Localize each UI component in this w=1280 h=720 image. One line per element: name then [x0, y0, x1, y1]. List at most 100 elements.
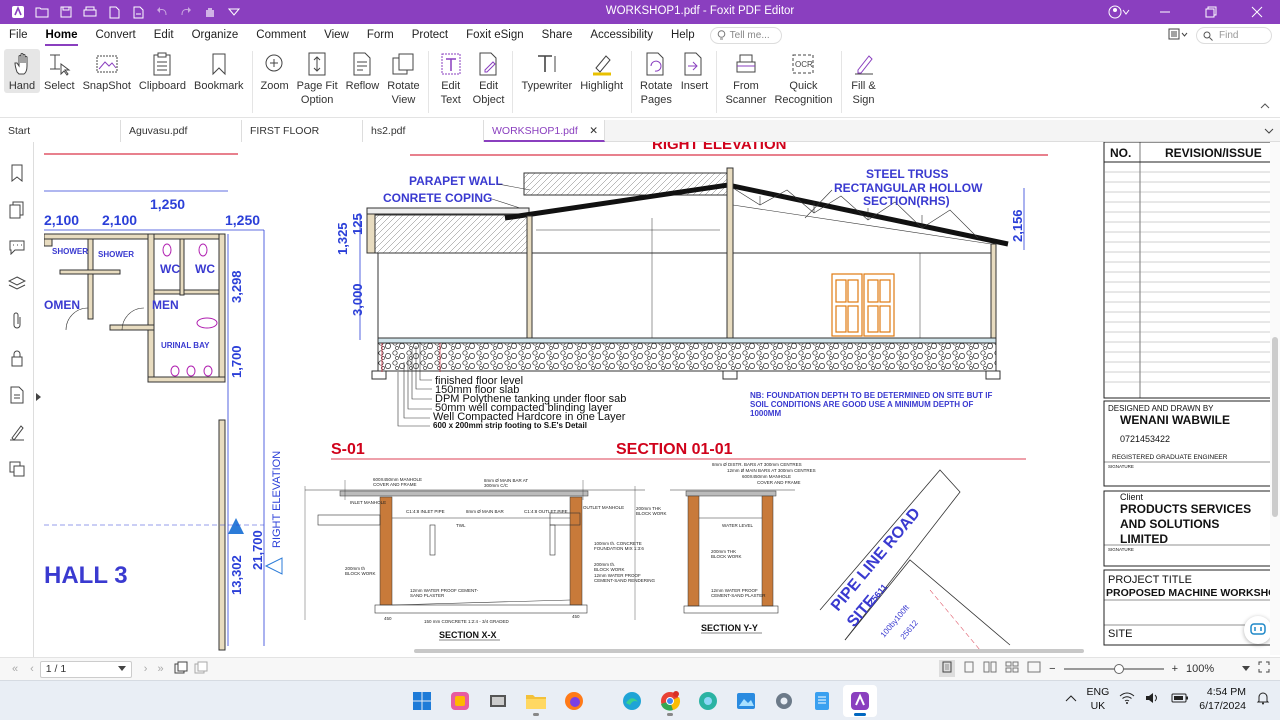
menu-accessibility[interactable]: Accessibility — [581, 24, 662, 47]
tab-start[interactable]: Start — [0, 120, 121, 142]
vertical-scroll-thumb[interactable] — [1272, 337, 1278, 517]
pages-panel-icon[interactable] — [0, 191, 34, 228]
menu-protect[interactable]: Protect — [403, 24, 457, 47]
tab-first-floor-plan[interactable]: FIRST FLOOR Plan1.pdf — [242, 120, 363, 159]
menu-comment[interactable]: Comment — [247, 24, 315, 47]
expand-panel-arrow-icon[interactable] — [34, 392, 44, 406]
content-panel-icon[interactable] — [0, 376, 34, 413]
open-folder-icon[interactable] — [30, 0, 54, 24]
maps-app-icon[interactable] — [691, 685, 725, 717]
zoom-in-icon[interactable]: + — [1172, 663, 1178, 675]
notepad-icon[interactable] — [805, 685, 839, 717]
vertical-scrollbar[interactable] — [1270, 142, 1280, 655]
menu-help[interactable]: Help — [662, 24, 704, 47]
minimize-button[interactable] — [1142, 0, 1188, 24]
tab-workshop1[interactable]: WORKSHOP1.pdf ✕ — [484, 120, 605, 142]
fit-page-icon[interactable] — [1027, 661, 1041, 676]
tabs-chevron-icon[interactable] — [1264, 124, 1274, 138]
undo-icon[interactable] — [150, 0, 174, 24]
zoom-dropdown-icon[interactable] — [1242, 665, 1250, 672]
account-icon[interactable] — [1096, 0, 1142, 24]
close-tab-icon[interactable]: ✕ — [589, 120, 598, 142]
close-button[interactable] — [1234, 0, 1280, 24]
continuous-view-icon[interactable] — [963, 661, 975, 676]
zoom-button[interactable]: Zoom — [257, 49, 293, 93]
show-hidden-icons-chevron-icon[interactable] — [1065, 693, 1077, 705]
insert-button[interactable]: Insert — [676, 49, 712, 93]
print-icon[interactable] — [78, 0, 102, 24]
bookmark-button[interactable]: Bookmark — [190, 49, 248, 93]
save-icon[interactable] — [54, 0, 78, 24]
menu-edit[interactable]: Edit — [145, 24, 183, 47]
firefox-icon[interactable] — [557, 685, 591, 717]
task-view-icon[interactable] — [481, 685, 515, 717]
menu-share[interactable]: Share — [533, 24, 582, 47]
continuous-facing-view-icon[interactable] — [1005, 661, 1019, 676]
volume-icon[interactable] — [1145, 692, 1161, 707]
zoom-slider-knob[interactable] — [1113, 663, 1124, 674]
file-explorer-icon[interactable] — [519, 685, 553, 717]
customize-dropdown-icon[interactable] — [222, 0, 246, 24]
menu-file[interactable]: File — [0, 24, 37, 47]
display-options-icon[interactable] — [1168, 28, 1188, 43]
fill-sign-button[interactable]: Fill & Sign — [846, 49, 882, 107]
find-input[interactable]: Find — [1196, 27, 1272, 44]
chrome-icon[interactable] — [653, 685, 687, 717]
select-tool-button[interactable]: Select — [40, 49, 79, 93]
next-page-icon[interactable]: › — [144, 663, 148, 675]
hand-mode-icon[interactable] — [198, 0, 222, 24]
edge-browser-icon[interactable] — [615, 685, 649, 717]
security-panel-icon[interactable] — [0, 339, 34, 376]
bookmarks-panel-icon[interactable] — [0, 154, 34, 191]
rotate-pages-button[interactable]: Rotate Pages — [636, 49, 676, 107]
destinations-panel-icon[interactable] — [0, 450, 34, 487]
clipboard-button[interactable]: Clipboard — [135, 49, 190, 93]
menu-foxit-esign[interactable]: Foxit eSign — [457, 24, 533, 47]
new-document-icon[interactable] — [102, 0, 126, 24]
from-scanner-button[interactable]: From Scanner — [721, 49, 770, 107]
pdf-document-view[interactable]: 1,250 2,100 2,100 1,250 SHOWER SHOWER WC… — [44, 142, 1270, 655]
ribbon-collapse-icon[interactable] — [1260, 99, 1270, 113]
widgets-app-icon[interactable] — [443, 685, 477, 717]
page-number-input[interactable]: 1 / 1 — [39, 660, 132, 678]
redo-icon[interactable] — [174, 0, 198, 24]
hand-tool-button[interactable]: Hand — [4, 49, 40, 93]
rotate-view-button[interactable]: Rotate View — [383, 49, 423, 107]
edit-text-button[interactable]: Edit Text — [433, 49, 469, 107]
reflow-button[interactable]: Reflow — [342, 49, 384, 93]
start-button[interactable] — [405, 685, 439, 717]
tab-aguvasu[interactable]: Aguvasu.pdf — [121, 120, 242, 142]
menu-form[interactable]: Form — [358, 24, 403, 47]
attachments-panel-icon[interactable] — [0, 302, 34, 339]
single-page-view-icon[interactable] — [939, 660, 956, 677]
photos-app-icon[interactable] — [729, 685, 763, 717]
last-page-icon[interactable]: » — [157, 663, 163, 675]
zoom-level[interactable]: 100% — [1186, 663, 1234, 675]
signatures-panel-icon[interactable] — [0, 413, 34, 450]
page-fit-option-button[interactable]: Page Fit Option — [293, 49, 342, 107]
battery-icon[interactable] — [1171, 693, 1189, 706]
edit-object-button[interactable]: Edit Object — [469, 49, 509, 107]
snapshot-button[interactable]: SnapShot — [79, 49, 135, 93]
system-clock[interactable]: 4:54 PM 6/17/2024 — [1199, 685, 1246, 713]
horizontal-scroll-thumb[interactable] — [414, 649, 1084, 653]
typewriter-button[interactable]: Typewriter — [517, 49, 576, 93]
zoom-slider[interactable] — [1063, 663, 1164, 674]
notification-bell-icon[interactable] — [1256, 691, 1270, 708]
foxit-pdf-taskbar-icon[interactable] — [843, 685, 877, 717]
tell-me-box[interactable]: Tell me... — [709, 27, 782, 44]
feedback-chat-button[interactable] — [1244, 616, 1272, 644]
facing-view-icon[interactable] — [983, 661, 997, 676]
language-indicator[interactable]: ENG UK — [1087, 685, 1110, 713]
settings-gear-icon[interactable] — [767, 685, 801, 717]
fullscreen-icon[interactable] — [1258, 661, 1270, 676]
menu-organize[interactable]: Organize — [183, 24, 248, 47]
share-doc-icon[interactable] — [126, 0, 150, 24]
previous-page-icon[interactable]: ‹ — [30, 663, 34, 675]
tab-hs2[interactable]: hs2.pdf — [363, 120, 484, 142]
layers-panel-icon[interactable] — [0, 265, 34, 302]
highlight-button[interactable]: Highlight — [576, 49, 627, 93]
quick-recognition-button[interactable]: OCR Quick Recognition — [770, 49, 836, 107]
comments-panel-icon[interactable] — [0, 228, 34, 265]
menu-view[interactable]: View — [315, 24, 358, 47]
